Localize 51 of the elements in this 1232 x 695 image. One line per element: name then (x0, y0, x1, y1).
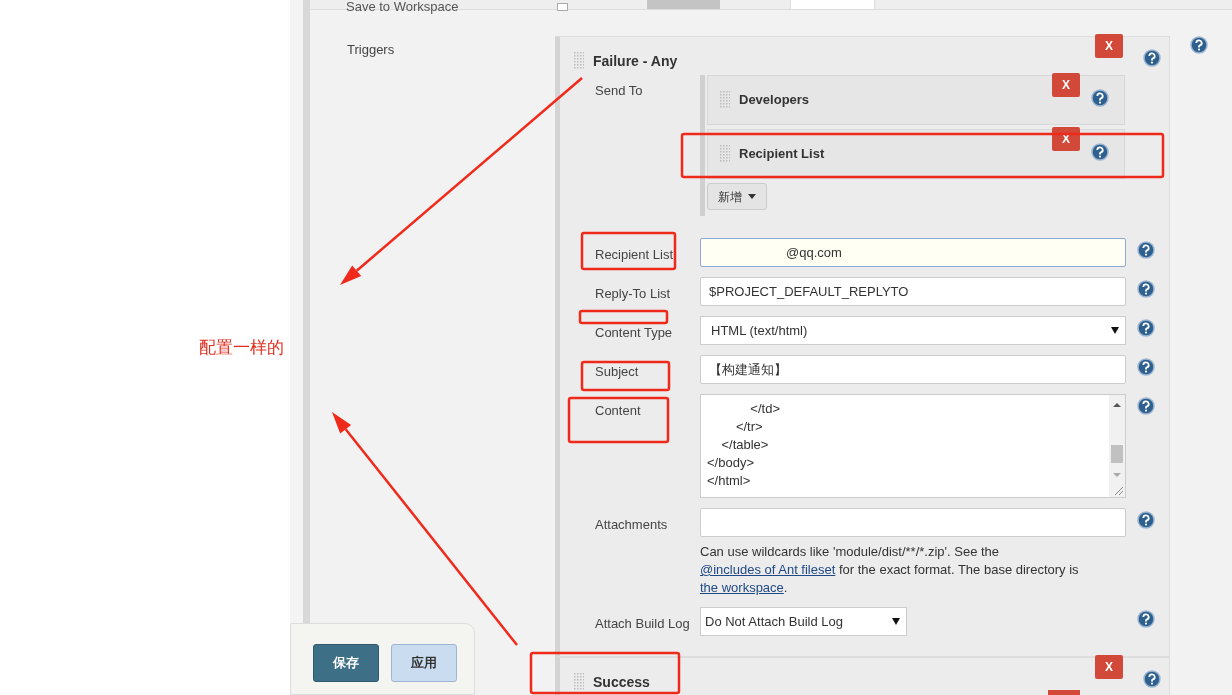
annotation-text: 配置一样的 (199, 337, 284, 359)
field-label: Send To (595, 82, 644, 100)
help-icon[interactable] (1137, 280, 1155, 298)
trigger-title: Success (593, 672, 650, 692)
save-button[interactable]: 保存 (313, 644, 379, 682)
help-link[interactable]: the workspace (700, 580, 784, 595)
help-icon[interactable] (1091, 143, 1109, 161)
input-field[interactable]: @qq.com (700, 238, 1126, 267)
field-label: Reply-To List (595, 286, 671, 301)
select-field[interactable]: HTML (text/html) (700, 316, 1126, 345)
section-label: Triggers (347, 42, 395, 57)
apply-button[interactable]: 应用 (391, 644, 457, 682)
caret-icon (748, 194, 756, 199)
remove-button[interactable]: X (1052, 73, 1080, 97)
text-area[interactable]: </td> </tr> </table> </body> </html> (700, 394, 1126, 498)
select-field[interactable]: Do Not Attach Build Log (700, 607, 907, 636)
add-button[interactable]: 新增 (707, 183, 767, 210)
input-field[interactable] (700, 508, 1126, 537)
help-link[interactable]: @includes of Ant fileset (700, 562, 836, 577)
remove-button[interactable]: X (1095, 655, 1123, 679)
field-label: Content Type (595, 325, 673, 340)
help-icon[interactable] (1137, 397, 1155, 415)
field-label: Save to Workspace (346, 0, 459, 14)
help-icon[interactable] (1137, 241, 1155, 259)
field-label: Attach Build Log (595, 616, 690, 631)
help-icon[interactable] (1143, 670, 1161, 688)
drag-handle-icon (720, 91, 730, 109)
recipient-title: Developers (739, 91, 810, 110)
dropdown-arrow-icon (1111, 327, 1119, 334)
help-icon[interactable] (1137, 610, 1155, 628)
field-label: Subject (595, 364, 639, 379)
help-icon[interactable] (1091, 89, 1109, 107)
help-icon[interactable] (1190, 36, 1208, 54)
drag-handle-icon (574, 673, 584, 691)
help-icon[interactable] (1137, 358, 1155, 376)
field-label: Recipient List (595, 247, 674, 262)
checkbox[interactable] (557, 3, 568, 11)
remove-button[interactable]: X (1095, 34, 1123, 58)
recipient-title: Recipient List (739, 145, 825, 164)
field-label: Attachments (595, 517, 668, 532)
input-field[interactable]: $PROJECT_DEFAULT_REPLYTO (700, 277, 1126, 306)
drag-handle-icon (720, 145, 730, 163)
input-field[interactable]: 【构建通知】 (700, 355, 1126, 384)
help-icon[interactable] (1137, 319, 1155, 337)
help-icon[interactable] (1143, 49, 1161, 67)
field-label: Content (595, 403, 641, 418)
dropdown-arrow-icon (892, 618, 900, 625)
drag-handle-icon (574, 52, 584, 70)
trigger-title: Failure - Any (593, 51, 678, 71)
help-icon[interactable] (1137, 511, 1155, 529)
help-text: Can use wildcards like 'module/dist/**/*.zip'. See the @includes of Ant fileset for the exact format. The base directory is the workspace. (700, 543, 1080, 597)
